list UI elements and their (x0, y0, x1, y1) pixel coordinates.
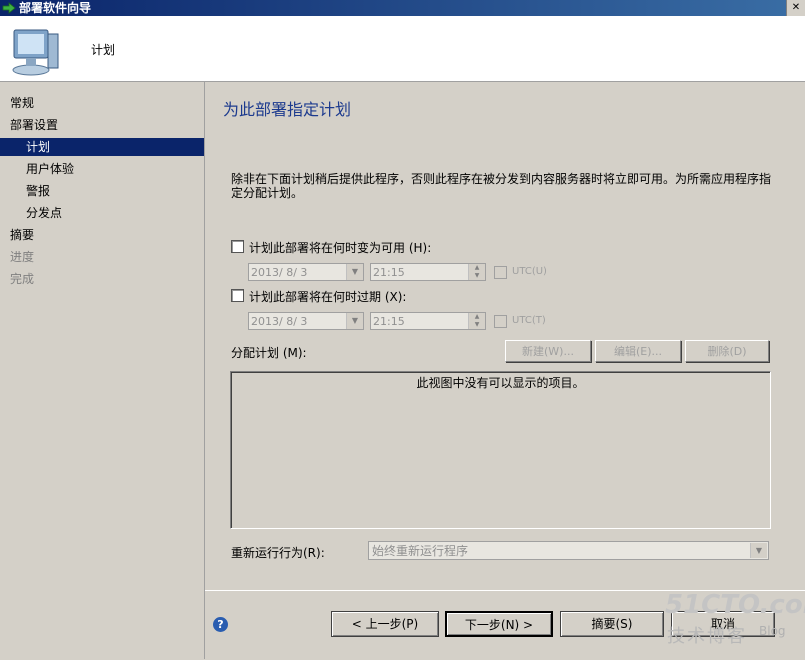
window-title: 部署软件向导 (19, 1, 92, 15)
chevron-down-icon[interactable]: ▼ (750, 543, 767, 558)
next-button[interactable]: 下一步(N) > (445, 611, 553, 637)
rerun-label: 重新运行行为(R): (231, 546, 325, 560)
assignment-label: 分配计划 (M): (231, 346, 307, 360)
close-button[interactable]: ✕ (786, 0, 805, 16)
page-heading: 为此部署指定计划 (223, 100, 352, 119)
expire-utc-checkbox[interactable] (494, 315, 507, 328)
new-schedule-button[interactable]: 新建(W)... (505, 340, 591, 362)
main-panel: 为此部署指定计划 除非在下面计划稍后提供此程序，否则此程序在被分发到内容服务器时… (205, 82, 805, 589)
expire-checkbox[interactable] (231, 289, 244, 302)
delete-schedule-button[interactable]: 删除(D) (685, 340, 769, 362)
watermark-site: 51CTO.com (665, 590, 805, 620)
time-spinner[interactable]: ▲ ▼ (468, 313, 485, 329)
chevron-down-icon[interactable]: ▼ (346, 264, 363, 280)
available-utc-checkbox[interactable] (494, 266, 507, 279)
header-title: 计划 (91, 43, 116, 57)
site-watermark: 51CTO.com 技术博客 Blog (665, 590, 805, 650)
nav-item-completion: 完成 (10, 272, 35, 286)
summary-button[interactable]: 摘要(S) (560, 611, 664, 637)
expire-date-value: 2013/ 8/ 3 (251, 315, 308, 328)
rerun-select-value: 始终重新运行程序 (372, 544, 469, 558)
chevron-down-icon[interactable]: ▼ (346, 313, 363, 329)
empty-list-message: 此视图中没有可以显示的项目。 (416, 376, 585, 390)
nav-item-deployment-settings[interactable]: 部署设置 (0, 116, 214, 134)
rerun-select[interactable]: 始终重新运行程序 ▼ (368, 541, 769, 560)
available-date-picker[interactable]: 2013/ 8/ 3 ▼ (248, 263, 364, 281)
title-bar: 部署软件向导 ✕ (0, 0, 805, 16)
available-time-value: 21:15 (373, 266, 405, 279)
available-label: 计划此部署将在何时变为可用 (H): (249, 241, 432, 255)
expire-label: 计划此部署将在何时过期 (X): (249, 290, 407, 304)
wizard-header: 计划 (0, 16, 805, 82)
nav-item-general[interactable]: 常规 (0, 94, 214, 112)
expire-utc-label: UTC(T) (512, 315, 546, 326)
page-description: 除非在下面计划稍后提供此程序，否则此程序在被分发到内容服务器时将立即可用。为所需… (231, 172, 772, 200)
arrow-right-icon (2, 2, 16, 14)
assignment-list[interactable]: 此视图中没有可以显示的项目。 (230, 371, 771, 529)
expire-time-picker[interactable]: 21:15 ▲ ▼ (370, 312, 486, 330)
available-time-picker[interactable]: 21:15 ▲ ▼ (370, 263, 486, 281)
nav-item-scheduling[interactable]: 计划 (0, 138, 204, 156)
watermark-subtitle: 技术博客 (667, 626, 747, 647)
nav-item-progress: 进度 (10, 250, 35, 264)
computer-icon (12, 29, 59, 76)
available-checkbox[interactable] (231, 240, 244, 253)
previous-button[interactable]: < 上一步(P) (331, 611, 439, 637)
nav-item-alerts[interactable]: 警报 (0, 182, 204, 200)
available-utc-label: UTC(U) (512, 266, 547, 277)
nav-item-user-experience[interactable]: 用户体验 (0, 160, 204, 178)
time-spinner[interactable]: ▲ ▼ (468, 264, 485, 280)
edit-schedule-button[interactable]: 编辑(E)... (595, 340, 681, 362)
available-date-value: 2013/ 8/ 3 (251, 266, 308, 279)
nav-item-summary[interactable]: 摘要 (0, 226, 214, 244)
expire-date-picker[interactable]: 2013/ 8/ 3 ▼ (248, 312, 364, 330)
help-icon[interactable]: ? (213, 617, 228, 632)
wizard-nav: 常规 部署设置 计划 用户体验 警报 分发点 摘要 进度 完成 (0, 82, 205, 659)
nav-item-distribution-points[interactable]: 分发点 (0, 204, 204, 222)
expire-time-value: 21:15 (373, 315, 405, 328)
watermark-blog: Blog (759, 624, 786, 638)
